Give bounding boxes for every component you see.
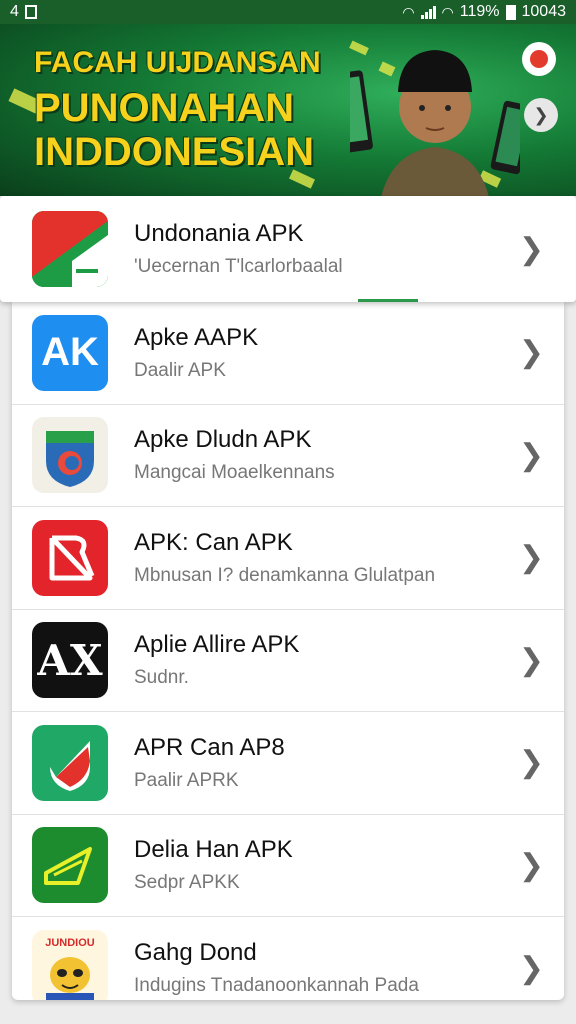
status-left-text: 4 [10,3,19,20]
list-item[interactable]: AX Aplie Allire APK Sudnr. ❯ [12,610,564,712]
clock: 10043 [521,3,567,20]
list-item-subtitle: Mangcai Moaelkennans [134,462,335,484]
chevron-right-icon: ❯ [518,951,544,985]
list-item-text: APK: Can APK Mbnusan I? denamkanna Glula… [134,529,509,587]
notification-icon [24,5,37,19]
progress-indicator [358,299,418,302]
list-item[interactable]: APR Can AP8 Paalir APRK ❯ [12,712,564,815]
signal-icon [420,5,436,19]
list-item-subtitle: Indugins Tnadanoonkannah Pada [134,975,419,997]
list-item-text: Apke AAPK Daalir APK [134,324,509,382]
banner-next-icon[interactable]: ❯ [524,98,558,132]
list-item-text: Gahg Dond Indugins Tnadanoonkannah Pada [134,939,509,997]
list-item-subtitle: Daalir APK [134,359,226,381]
list-item-subtitle: Paalir APRK [134,769,239,791]
list-item-title: Apke AAPK [134,323,259,351]
promo-banner[interactable]: FACAH UIJDANSAN PUNONAHAN INDDONESIAN ❯ [0,24,576,196]
list-item[interactable]: APK: Can APK Mbnusan I? denamkanna Glula… [12,507,564,610]
list-item[interactable]: Delia Han APK Sedpr APKK ❯ [12,815,564,917]
list-item-subtitle: Mbnusan I? denamkanna Glulatpan [134,564,436,586]
status-left: 4 [10,3,37,21]
status-right: ◠ ◠ 119% 10043 [402,3,566,21]
ak-icon: AK [32,314,108,391]
wifi-small-icon: ◠ [441,3,454,20]
list-item-title: Apke Dludn APK [134,426,312,454]
list-item-title: Delia Han APK [134,836,293,864]
featured-app-text: Undonania APK 'Uecernan T'lcarlorbaalal [134,220,509,278]
mascot-icon: JUNDIOU [32,930,108,1000]
green-shield-icon [32,724,108,801]
featured-app-title: Undonania APK [134,220,304,247]
list-item-title: APK: Can APK [134,528,293,556]
list-item-text: APR Can AP8 Paalir APRK [134,734,509,792]
green-pennant-icon [32,827,108,904]
banner-title-line-2: PUNONAHAN [34,86,294,130]
ax-icon-text: AX [37,635,103,685]
mascot-icon-text: JUNDIOU [45,937,95,950]
banner-title-line-3: INDDONESIAN [34,130,315,174]
list-item[interactable]: JUNDIOU Gahg Dond Indugins Tnadanoonkann… [12,917,564,1000]
list-item-subtitle: Sedpr APKK [134,872,240,894]
red-arrow-icon [32,519,108,596]
list-item[interactable]: Apke Dludn APK Mangcai Moaelkennans ❯ [12,405,564,507]
person-with-phones-illustration [350,50,520,196]
chevron-right-icon: ❯ [518,746,544,780]
wifi-icon: ◠ [402,3,415,20]
list-item-text: Delia Han APK Sedpr APKK [134,836,509,894]
featured-app-card[interactable]: Undonania APK 'Uecernan T'lcarlorbaalal … [0,196,576,302]
ax-icon: AX [32,622,108,699]
list-item-subtitle: Sudnr. [134,667,189,689]
green-red-flag-icon [32,211,108,287]
list-item-title: Gahg Dond [134,939,257,967]
banner-title-line-1: FACAH UIJDANSAN [34,46,321,79]
list-item-title: Aplie Allire APK [134,631,300,659]
list-item[interactable]: AK Apke AAPK Daalir APK ❯ [12,302,564,405]
list-item-text: Aplie Allire APK Sudnr. [134,631,509,689]
chevron-right-icon: ❯ [518,232,544,266]
list-item-text: Apke Dludn APK Mangcai Moaelkennans [134,426,509,484]
shield-emblem-icon [32,417,108,494]
chevron-right-icon: ❯ [518,336,544,370]
brand-logo-icon [522,42,556,76]
chevron-right-icon: ❯ [518,438,544,472]
featured-app-subtitle: 'Uecernan T'lcarlorbaalal [134,256,343,277]
ak-icon-text: AK [41,330,99,375]
chevron-right-icon: ❯ [518,541,544,575]
chevron-right-icon: ❯ [518,643,544,677]
battery-percent: 119% [459,3,500,20]
list-item-title: APR Can AP8 [134,733,285,761]
battery-icon [505,4,516,20]
app-list: AK Apke AAPK Daalir APK ❯ Apke Dludn APK… [12,302,564,1000]
status-bar: 4 ◠ ◠ 119% 10043 [0,0,576,24]
chevron-right-icon: ❯ [518,848,544,882]
